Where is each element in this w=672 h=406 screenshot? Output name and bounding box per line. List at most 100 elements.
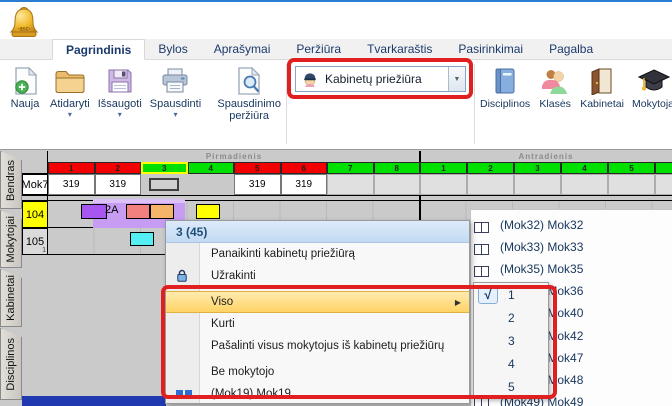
row-header-104[interactable]: 104 [22, 201, 48, 228]
dropdown-caret-icon: ▾ [68, 110, 72, 119]
timetable-cell[interactable] [467, 174, 514, 195]
timetable-cell[interactable] [420, 174, 467, 195]
button-i-saugoti[interactable]: Išsaugoti▾ [95, 63, 145, 132]
button-klas-s[interactable]: Klasės [535, 63, 575, 120]
menu-item-label: (Mok19) Mok19 [211, 388, 291, 400]
submenu-item-1[interactable]: √1 [474, 283, 548, 306]
lesson-block-104-2[interactable] [150, 204, 174, 219]
menu-item-panaikinti-kabinet-prie-i-r[interactable]: Panaikinti kabinetų priežiūrą [166, 243, 469, 265]
lesson-block-104-0[interactable] [81, 204, 107, 219]
asc-timetables-window: -asc- PagrindinisBylosAprašymaiPeržiūraT… [0, 0, 672, 406]
submenu-item-3[interactable]: 3 [474, 329, 548, 352]
tab-pasirinkimai[interactable]: Pasirinkimai [445, 39, 536, 59]
new-document-icon [11, 64, 39, 98]
timetable-cell[interactable] [374, 174, 421, 195]
menu-item-kurti[interactable]: Kurti [166, 313, 469, 335]
selected-cell-box [149, 178, 179, 191]
period-header-mon-3[interactable]: 3 [141, 162, 188, 174]
row-header-105[interactable]: 105 1 [22, 228, 48, 255]
submenu-item-2[interactable]: 2 [474, 306, 548, 329]
period-header-tue-1[interactable]: 1 [420, 162, 467, 174]
period-header-mon-7[interactable]: 7 [327, 162, 374, 174]
lock-icon [176, 269, 188, 283]
students-icon [540, 64, 570, 98]
timetable-cell[interactable] [327, 174, 374, 195]
context-menu-body: Panaikinti kabinetų priežiūrą Užrakinti Vi… [166, 243, 469, 403]
timetable-cell[interactable]: 319 [95, 174, 142, 195]
period-header-tue-3[interactable]: 3 [514, 162, 561, 174]
timetable-cell[interactable] [655, 174, 672, 195]
submenu-item-label: 1 [508, 288, 515, 302]
menu-item-pa-alinti-visus-mokytojus-i-kabinet-prie-i-r[interactable]: Pašalinti visus mokytojus iš kabinetų pr… [166, 335, 469, 357]
tab-pagalba[interactable]: Pagalba [536, 39, 606, 59]
context-menu: 3 (45) Panaikinti kabinetų priežiūrąUžra… [165, 220, 470, 404]
view-mode-combobox[interactable]: Kabinetų priežiūra ▼ [295, 66, 466, 92]
period-header-mon-5[interactable]: 5 [234, 162, 281, 174]
book-icon [493, 64, 517, 98]
submenu-item-label: 4 [508, 357, 515, 371]
class-label-2a: 2A [105, 204, 118, 216]
button-label: Mokytojai [632, 98, 672, 110]
side-tab-bendras[interactable]: Bendras [0, 151, 22, 209]
button-disciplinos[interactable]: Disciplinos [477, 63, 533, 120]
timetable-cell[interactable]: 319 [234, 174, 281, 195]
menu-item-u-rakinti[interactable]: Užrakinti [166, 265, 469, 287]
period-header-mon-8[interactable]: 8 [374, 162, 421, 174]
period-header-mon-6[interactable]: 6 [281, 162, 328, 174]
menu-item-be-mokytojo[interactable]: Be mokytojo [166, 361, 469, 383]
timetable-cell[interactable] [608, 174, 655, 195]
timetable-cell[interactable] [188, 174, 235, 195]
lesson-block-105-0[interactable] [130, 232, 154, 246]
timetable-cell[interactable] [514, 174, 561, 195]
timetable-cell[interactable] [141, 174, 188, 195]
timetable-cell[interactable]: 319 [281, 174, 328, 195]
submenu-item-label: 2 [508, 311, 515, 325]
period-header-mon-1[interactable]: 1 [48, 162, 95, 174]
tab-apra-ymai[interactable]: Aprašymai [201, 39, 284, 59]
timetable-cell[interactable]: 319 [48, 174, 95, 195]
button-label: Nauja [11, 98, 40, 110]
side-tab-kabinetai[interactable]: Kabinetai [0, 269, 22, 327]
menu-item-viso[interactable]: Viso▶ [166, 291, 469, 313]
open-folder-icon [54, 64, 86, 98]
period-header-mon-2[interactable]: 2 [95, 162, 142, 174]
button-spausdinti[interactable]: Spausdinti▾ [147, 63, 204, 132]
row-header-mok7[interactable]: Mok7 [22, 174, 48, 195]
side-tab-disciplinos[interactable]: Disciplinos [0, 328, 22, 400]
asc-bell-logo-icon: -asc- [9, 6, 39, 40]
object-button-group: Disciplinos KlasėsKabinetai Mokytojai [477, 63, 672, 120]
lesson-block-104-3[interactable] [196, 204, 220, 219]
teacher-list-item-mok33-mok33[interactable]: (Mok33) Mok33 [474, 236, 583, 258]
check-slot [478, 354, 498, 373]
timetable-cell[interactable] [561, 174, 608, 195]
check-slot [478, 331, 498, 350]
tab-tvarkara-tis[interactable]: Tvarkaraštis [354, 39, 445, 59]
menu-item-mok19-mok19[interactable]: (Mok19) Mok19 [166, 383, 469, 405]
save-floppy-icon [106, 64, 134, 98]
period-header-tue-5[interactable]: 5 [608, 162, 655, 174]
button-label: Spausdinti [150, 98, 201, 110]
tab-per-i-ra[interactable]: Peržiūra [283, 39, 354, 59]
teacher-list-item-mok32-mok32[interactable]: (Mok32) Mok32 [474, 214, 583, 236]
button-kabinetai[interactable]: Kabinetai [577, 63, 627, 120]
period-header-tue-2[interactable]: 2 [467, 162, 514, 174]
submenu-item-5[interactable]: 5 [474, 375, 548, 398]
button-label: Disciplinos [480, 98, 530, 110]
button-spausdinimo-per-i-ra[interactable]: Spausdinimo peržiūra [206, 63, 292, 132]
period-header-tue-6[interactable]: 6 [655, 162, 672, 174]
lesson-block-104-1[interactable] [126, 204, 150, 219]
teacher-list-item-mok35-mok35[interactable]: (Mok35) Mok35 [474, 258, 583, 280]
button-atidaryti[interactable]: Atidaryti▾ [47, 63, 93, 132]
button-nauja[interactable]: Nauja [5, 63, 45, 132]
tab-pagrindinis[interactable]: Pagrindinis [52, 39, 145, 60]
side-tab-mokytojai[interactable]: Mokytojai [0, 210, 22, 268]
tab-bylos[interactable]: Bylos [145, 39, 200, 59]
teacher-name-label: (Mok35) Mok35 [500, 262, 583, 276]
ribbon: NaujaAtidaryti▾Išsaugoti▾Spausdinti▾Spau… [0, 61, 672, 149]
combo-dropdown-caret[interactable]: ▼ [448, 67, 465, 91]
submenu-item-4[interactable]: 4 [474, 352, 548, 375]
period-header-tue-4[interactable]: 4 [561, 162, 608, 174]
button-mokytojai[interactable]: Mokytojai [629, 63, 672, 120]
period-header-mon-4[interactable]: 4 [188, 162, 235, 174]
menu-item-label: Užrakinti [211, 270, 256, 282]
